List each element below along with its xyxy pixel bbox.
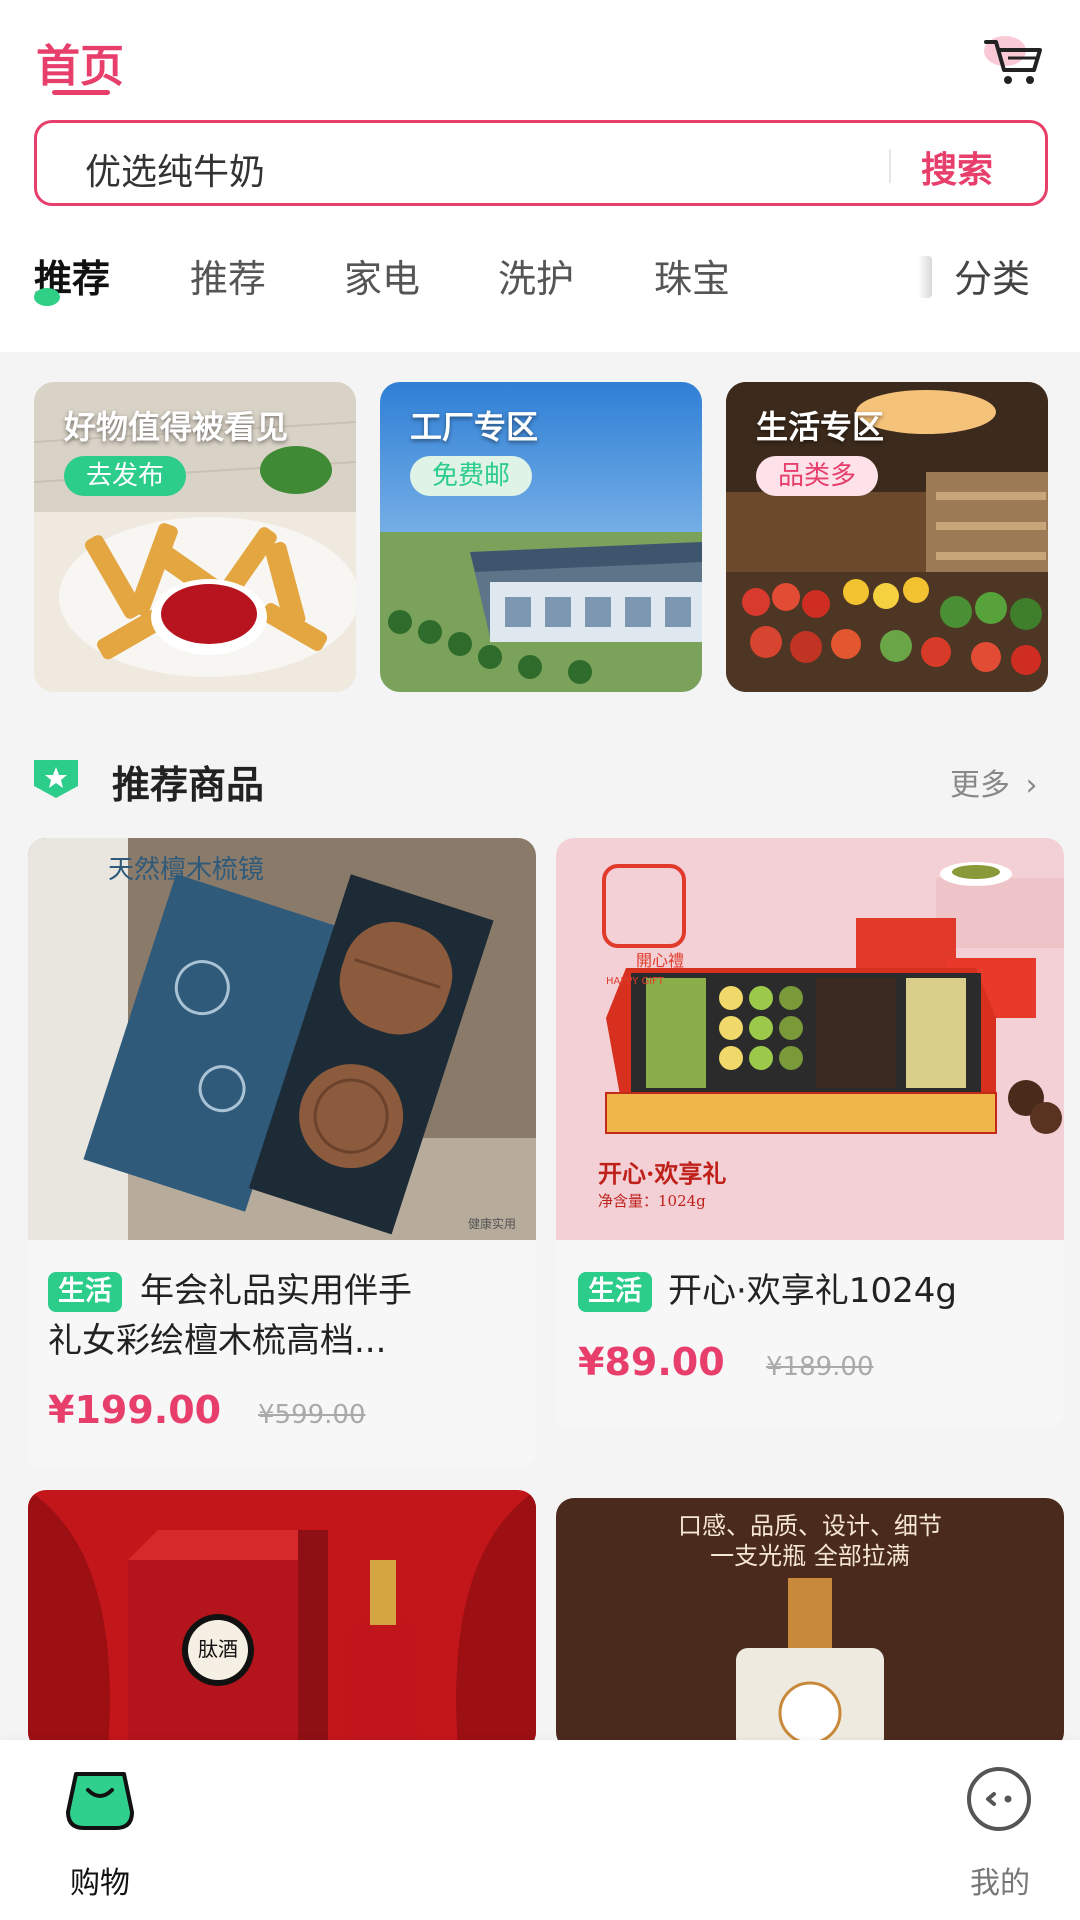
nav-label: 我的 bbox=[970, 1866, 1030, 1901]
image-slogan-line2: 一支光瓶 全部拉满 bbox=[710, 1542, 910, 1570]
image-caption: 健康实用 bbox=[468, 1216, 516, 1231]
banner-factory[interactable]: 工厂专区 免费邮 bbox=[380, 382, 702, 692]
product-card[interactable]: 開心禮 HAPPY GIFT 开心·欢享礼 净含量：1024g 生活 开心·欢享… bbox=[556, 838, 1064, 1428]
recommended-section-header: 推荐商品 更多 › bbox=[0, 748, 1080, 808]
title-underline bbox=[52, 90, 110, 95]
image-slogan-line1: 口感、品质、设计、细节 bbox=[678, 1512, 942, 1540]
product-original-price: ¥599.00 bbox=[258, 1400, 366, 1430]
active-tab-indicator bbox=[34, 288, 60, 306]
image-logo-text: 開心禮 bbox=[636, 951, 684, 970]
tab-recommend[interactable]: 推荐 bbox=[190, 248, 266, 303]
search-bar[interactable]: 优选纯牛奶 搜索 bbox=[34, 120, 1048, 206]
banner-life[interactable]: 生活专区 品类多 bbox=[726, 382, 1048, 692]
cart-icon bbox=[984, 40, 1042, 84]
nav-label: 购物 bbox=[70, 1866, 130, 1901]
banner-tag: 免费邮 bbox=[410, 456, 533, 496]
more-link[interactable]: 更多 › bbox=[950, 760, 1038, 804]
banner-share[interactable]: 好物值得被看见 去发布 bbox=[34, 382, 356, 692]
banner-title: 工厂专区 bbox=[410, 408, 539, 446]
product-tag: 生活 bbox=[48, 1272, 122, 1312]
section-title: 推荐商品 bbox=[112, 763, 265, 807]
image-logo-subtext: HAPPY GIFT bbox=[606, 976, 665, 987]
product-name-line1: 开心·欢享礼1024g bbox=[668, 1271, 957, 1311]
product-price: ¥199.00 bbox=[48, 1388, 222, 1432]
banner-title: 好物值得被看见 bbox=[64, 408, 289, 446]
star-badge-icon bbox=[34, 760, 78, 798]
tab-cleaning[interactable]: 洗护 bbox=[498, 248, 574, 303]
image-weight-text: 净含量：1024g bbox=[598, 1192, 706, 1210]
image-wine-label: 肽酒 bbox=[198, 1637, 238, 1661]
product-name-line1: 年会礼品实用伴手 bbox=[140, 1271, 412, 1311]
product-image-gift-box: 開心禮 HAPPY GIFT 开心·欢享礼 净含量：1024g bbox=[556, 838, 1064, 1240]
product-name-line2: 礼女彩绘檀木梳高档... bbox=[48, 1321, 387, 1361]
page-title: 首页 bbox=[36, 41, 124, 92]
tab-jewelry[interactable]: 珠宝 bbox=[654, 248, 730, 303]
nav-profile[interactable]: 我的 bbox=[930, 1740, 1070, 1920]
category-button[interactable]: 分类 bbox=[954, 248, 1030, 303]
banner-tag: 品类多 bbox=[756, 456, 879, 496]
face-icon bbox=[967, 1767, 1031, 1831]
banner-tag: 去发布 bbox=[64, 456, 187, 496]
cart-button[interactable] bbox=[978, 30, 1048, 90]
search-input[interactable]: 优选纯牛奶 bbox=[85, 143, 265, 195]
product-price: ¥89.00 bbox=[578, 1340, 725, 1384]
product-card[interactable]: 天然檀木梳镜 健康实用 生活 年会礼品实用伴手 礼女彩绘檀木梳高档... ¥19… bbox=[28, 838, 536, 1468]
tab-appliances[interactable]: 家电 bbox=[344, 248, 420, 303]
product-image-comb: 天然檀木梳镜 健康实用 bbox=[28, 838, 536, 1240]
image-vertical-text: 天然檀木梳镜 bbox=[108, 855, 264, 885]
product-tag: 生活 bbox=[578, 1272, 652, 1312]
product-image-wine: 肽酒 bbox=[28, 1490, 536, 1750]
search-button[interactable]: 搜索 bbox=[921, 141, 993, 193]
product-original-price: ¥189.00 bbox=[766, 1352, 874, 1382]
image-title-text: 开心·欢享礼 bbox=[598, 1159, 726, 1188]
more-label: 更多 bbox=[950, 768, 1010, 803]
tab-scroll-shadow bbox=[918, 256, 932, 298]
banner-title: 生活专区 bbox=[756, 408, 885, 446]
product-image-liquor: 口感、品质、设计、细节 一支光瓶 全部拉满 bbox=[556, 1498, 1064, 1750]
shopping-bag-icon bbox=[66, 1772, 134, 1830]
product-card[interactable]: 口感、品质、设计、细节 一支光瓶 全部拉满 bbox=[556, 1498, 1064, 1750]
chevron-right-icon: › bbox=[1025, 768, 1038, 803]
nav-shopping[interactable]: 购物 bbox=[30, 1740, 170, 1920]
product-card[interactable]: 肽酒 bbox=[28, 1490, 536, 1750]
bottom-nav: 购物 我的 bbox=[0, 1740, 1080, 1920]
search-divider bbox=[889, 149, 891, 183]
